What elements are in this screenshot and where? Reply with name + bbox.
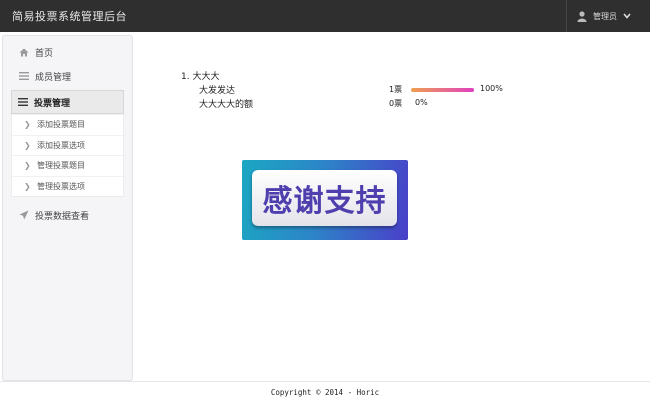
chevron-down-icon [623, 13, 631, 19]
submenu-item-label: 添加投票选项 [37, 140, 85, 150]
submenu-item-label: 添加投票题目 [37, 120, 85, 130]
copyright-text: Copyright © 2014 - Horic [270, 387, 380, 397]
chevron-right-icon: ❯ [24, 140, 31, 150]
vote-submenu: ❯ 添加投票题目 ❯ 添加投票选项 ❯ 管理投票题目 ❯ 管理投票选项 [11, 114, 124, 197]
sidebar-item-home[interactable]: 首页 [3, 40, 132, 64]
submenu-item-add-question[interactable]: ❯ 添加投票题目 [12, 114, 123, 135]
sidebar-item-label: 投票管理 [34, 98, 71, 109]
poll-option-percent: 0% [415, 98, 428, 107]
chevron-right-icon: ❯ [24, 120, 31, 130]
list-icon [18, 97, 28, 107]
home-icon [19, 47, 29, 57]
chevron-right-icon: ❯ [24, 161, 31, 171]
submenu-item-label: 管理投票题目 [37, 161, 85, 171]
poll-option-votes: 1票 [389, 85, 403, 94]
poll-option-label: 大发发达 [199, 86, 236, 96]
sidebar-item-label: 首页 [35, 48, 54, 59]
poll-option-votes: 0票 [389, 99, 403, 108]
chevron-right-icon: ❯ [24, 181, 31, 191]
sidebar-item-vote-management[interactable]: 投票管理 [11, 90, 124, 114]
sidebar-item-label: 投票数据查看 [35, 211, 90, 222]
poll-question: 1. 大大大 [181, 72, 220, 82]
user-name: 管理员 [593, 11, 617, 21]
top-navbar: 简易投票系统管理后台 管理员 [0, 0, 650, 32]
poll-option-bar [411, 88, 474, 92]
submenu-item-manage-question[interactable]: ❯ 管理投票题目 [12, 155, 123, 176]
user-icon [577, 10, 587, 22]
main-content: 1. 大大大 大发发达 1票 100% 大大大大的额 0票 0% 感谢支持 [136, 32, 650, 382]
thanks-banner-plate: 感谢支持 [252, 170, 397, 226]
sidebar-item-vote-data[interactable]: 投票数据查看 [3, 203, 132, 227]
poll-option-percent: 100% [480, 84, 503, 93]
footer: Copyright © 2014 - Horic [0, 381, 650, 402]
list-icon [19, 71, 29, 81]
thanks-banner: 感谢支持 [242, 160, 408, 240]
poll-option-label: 大大大大的额 [199, 100, 254, 110]
submenu-item-manage-option[interactable]: ❯ 管理投票选项 [12, 175, 123, 197]
thanks-banner-text: 感谢支持 [262, 184, 387, 219]
user-menu[interactable]: 管理员 [566, 0, 650, 32]
submenu-item-label: 管理投票选项 [37, 181, 85, 191]
sidebar-item-members[interactable]: 成员管理 [3, 64, 132, 88]
sidebar: 首页 成员管理 投票管理 ❯ 添加投票题目 ❯ 添加投票选项 ❯ 管理投票题目 … [2, 35, 133, 381]
app-title[interactable]: 简易投票系统管理后台 [12, 8, 127, 24]
sidebar-item-label: 成员管理 [35, 72, 72, 83]
submenu-item-add-option[interactable]: ❯ 添加投票选项 [12, 134, 123, 156]
send-icon [19, 210, 29, 220]
